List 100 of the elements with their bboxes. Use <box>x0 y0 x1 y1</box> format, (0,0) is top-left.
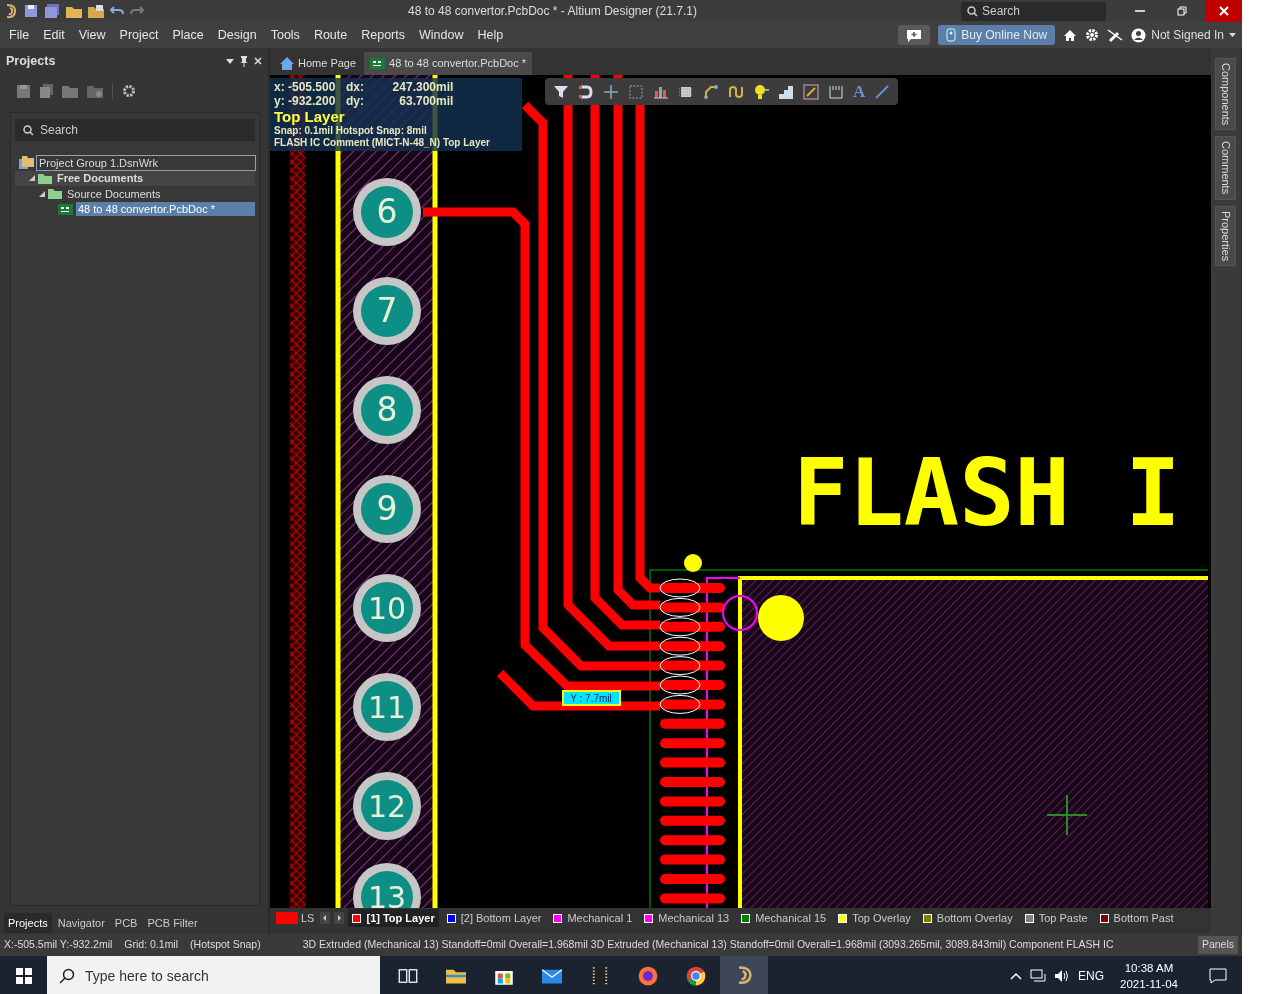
stairs-icon[interactable] <box>778 83 794 100</box>
document-tab[interactable]: Home Page <box>274 52 363 75</box>
measure-label: Y : 7.7mil <box>562 690 621 706</box>
tree-item[interactable]: Source Documents <box>65 186 163 201</box>
line-icon[interactable] <box>874 83 891 100</box>
settings-icon[interactable] <box>122 84 136 98</box>
save-icon[interactable] <box>24 4 38 18</box>
windows-logo-icon[interactable] <box>15 968 32 984</box>
home-icon <box>280 57 294 70</box>
task-view-icon[interactable] <box>398 966 418 986</box>
clock-date[interactable]: 2021-11-04 <box>1120 976 1178 992</box>
search-field[interactable]: Search <box>15 119 255 141</box>
browser-icon[interactable] <box>686 966 706 986</box>
notification-icon[interactable] <box>1209 968 1227 984</box>
coordinate-label: dy: <box>346 94 365 108</box>
smd-pad <box>660 796 725 807</box>
scroll-left-icon[interactable] <box>320 912 331 924</box>
comb-icon[interactable] <box>828 83 844 100</box>
tree-item[interactable]: Project Group 1.DsnWrk <box>37 155 255 170</box>
comment-button[interactable] <box>898 25 931 45</box>
layer-tab[interactable]: Mechanical 1 <box>549 908 637 928</box>
through-hole-pad: 8 <box>353 376 421 444</box>
panels-button[interactable]: Panels <box>1197 936 1238 954</box>
magnet-icon[interactable] <box>578 83 594 100</box>
coordinate-label: y: <box>274 94 286 108</box>
user-menu[interactable]: Not Signed In <box>1131 26 1236 44</box>
layer-tab[interactable]: Mechanical 15 <box>737 908 831 928</box>
dropdown-icon[interactable] <box>226 58 234 64</box>
crosshair-icon[interactable] <box>603 83 619 100</box>
mail-icon[interactable] <box>542 966 562 986</box>
close-icon[interactable] <box>254 57 262 65</box>
layer-tab[interactable]: Bottom Overlay <box>918 908 1017 928</box>
menu-item[interactable]: Design <box>210 23 264 47</box>
menu-item[interactable]: Project <box>112 23 166 47</box>
menu-item[interactable]: Window <box>412 23 471 47</box>
panel-tab[interactable]: PCB Filter <box>143 912 202 934</box>
filter-icon[interactable] <box>553 83 569 100</box>
side-panel-tab[interactable]: Comments <box>1215 136 1236 200</box>
network-icon[interactable] <box>1030 969 1046 983</box>
pin-icon[interactable] <box>753 83 769 100</box>
film-icon[interactable] <box>590 966 610 986</box>
undo-icon[interactable] <box>110 5 124 17</box>
pin-icon[interactable] <box>240 55 248 67</box>
save-all-icon[interactable] <box>44 4 60 18</box>
close-icon <box>1219 6 1229 16</box>
wave-icon[interactable] <box>728 83 744 100</box>
document-tab[interactable]: 48 to 48 convertor.PcbDoc * <box>364 52 533 75</box>
search-input[interactable]: Search <box>40 121 247 139</box>
chevron-up-icon[interactable] <box>1010 972 1022 980</box>
minimize-icon <box>1135 10 1145 12</box>
pcb-file-icon <box>370 58 386 69</box>
app-logo-icon[interactable] <box>4 3 18 19</box>
pad-highlight <box>659 656 701 676</box>
layer-tab[interactable]: Mechanical 13 <box>640 908 734 928</box>
scroll-right-icon[interactable] <box>334 912 345 924</box>
panel-tab[interactable]: PCB <box>110 912 142 934</box>
language-indicator[interactable]: ENG <box>1078 967 1104 985</box>
menu-item[interactable]: Help <box>470 23 511 47</box>
folder-icon <box>87 84 103 98</box>
expanded-arrow-icon[interactable] <box>39 190 45 197</box>
taskbar-search-field[interactable]: Type here to search <box>47 956 380 994</box>
status-text: X:-505.5mil Y:-932.2mil <box>4 937 113 953</box>
expanded-arrow-icon[interactable] <box>29 175 35 182</box>
fox-browser-icon[interactable] <box>638 966 658 986</box>
search-field[interactable]: Search <box>961 1 1106 21</box>
menu-item[interactable]: Place <box>165 23 211 47</box>
menu-item[interactable]: Route <box>306 23 355 47</box>
pen-slash-icon[interactable] <box>1107 28 1124 42</box>
menu-item[interactable]: Reports <box>354 23 412 47</box>
caret-icon <box>1229 33 1236 37</box>
diagonal-line-icon[interactable] <box>803 83 819 100</box>
side-panel-tab[interactable]: Properties <box>1215 205 1236 266</box>
menu-item[interactable]: View <box>71 23 113 47</box>
layer-tab[interactable]: Top Paste <box>1020 908 1092 928</box>
speaker-icon[interactable] <box>1054 969 1070 983</box>
layer-tab[interactable]: Bottom Past <box>1095 908 1178 928</box>
close-button[interactable] <box>1206 0 1242 22</box>
menu-item[interactable]: File <box>2 23 37 47</box>
smd-pad <box>660 854 725 865</box>
search-input[interactable]: Type here to search <box>85 965 266 987</box>
layer-set-button[interactable]: LS <box>274 909 317 927</box>
home-icon[interactable] <box>1063 28 1078 42</box>
panel-tab[interactable]: Navigator <box>53 912 109 934</box>
panel-tab[interactable]: Projects <box>4 912 52 934</box>
tree-item[interactable]: 48 to 48 convertor.PcbDoc * <box>76 202 255 217</box>
search-input[interactable]: Search <box>982 2 1100 20</box>
side-panel-tab[interactable]: Components <box>1215 58 1236 131</box>
menu-item[interactable]: Edit <box>36 23 72 47</box>
coordinate-label: dx: <box>346 80 365 94</box>
layer-tab[interactable]: [1] Top Layer <box>348 908 439 928</box>
smd-pad <box>660 641 725 652</box>
layer-name: Top Layer <box>274 108 345 125</box>
layer-tab[interactable]: Top Overlay <box>834 908 915 928</box>
route-icon[interactable] <box>703 83 719 100</box>
folder-icon[interactable] <box>66 4 82 18</box>
layer-tab[interactable]: [2] Bottom Layer <box>442 908 546 928</box>
menu-item[interactable]: Tools <box>263 23 307 47</box>
smd-pad <box>660 718 725 729</box>
folder-icon[interactable] <box>88 4 104 18</box>
clock-time[interactable]: 10:38 AM <box>1120 960 1178 976</box>
